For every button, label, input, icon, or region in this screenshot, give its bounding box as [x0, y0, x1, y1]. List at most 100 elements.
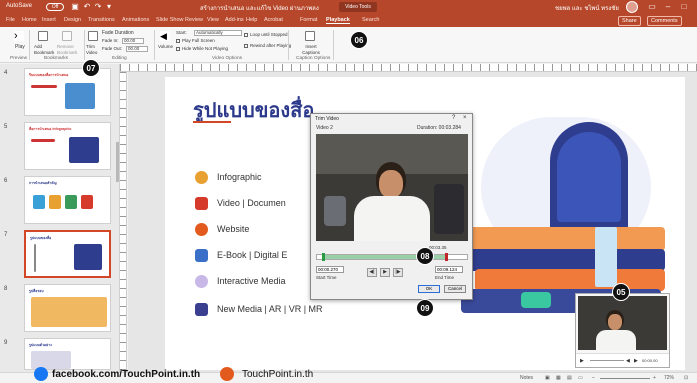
add-bookmark-icon[interactable] — [38, 31, 48, 41]
selected-video[interactable]: ▶ ◀ ▶ 00:00.00 — [575, 293, 670, 368]
start-dropdown[interactable]: Automatically — [194, 30, 242, 36]
powerpoint-window: AutoSave Off ▣ ↶ ↷ ▾ สร้างการนำเสนอ และแ… — [0, 0, 697, 383]
callout-06: 06 — [350, 31, 368, 49]
document-title: สร้างการนำเสนอ และแก้ไข Video ผ่านภาพลง — [200, 6, 319, 12]
add-bookmark-button[interactable]: Add Bookmark — [34, 44, 54, 56]
start-trim-handle[interactable] — [321, 253, 325, 261]
end-time-input[interactable]: 00:09.124 — [435, 266, 463, 273]
next-frame-button[interactable]: |▶ — [393, 268, 403, 277]
slide-thumbnail-6[interactable]: การนำเสนอสำคัญ — [24, 176, 111, 224]
comments-button[interactable]: Comments — [647, 16, 682, 26]
slide-thumbnail-5[interactable]: สื่อการนำเสนอ Infographic — [24, 122, 111, 170]
dialog-title: Trim Video — [315, 116, 339, 122]
close-icon[interactable]: × — [463, 115, 467, 121]
tab-transitions[interactable]: Transitions — [88, 17, 115, 23]
tab-help[interactable]: Help — [246, 17, 257, 23]
autosave-label: AutoSave — [6, 3, 33, 9]
list-item[interactable]: Video | Documen — [195, 197, 286, 210]
insert-captions-button[interactable]: Insert Captions — [298, 44, 324, 56]
tab-file[interactable]: File — [6, 17, 15, 23]
zoom-out-icon[interactable]: – — [592, 375, 595, 381]
thumbnails-scrollbar[interactable] — [116, 142, 119, 182]
fit-slide-icon[interactable]: ⊡ — [684, 375, 688, 381]
slide-thumbnail-9[interactable]: รูปแบบตัวอย่าง — [24, 338, 111, 370]
zoom-in-icon[interactable]: + — [653, 375, 656, 381]
help-button[interactable]: ? — [452, 115, 455, 121]
rewind-icon[interactable]: ◀ — [626, 358, 630, 364]
end-time-label: End Time — [435, 275, 455, 280]
group-caption-options: Caption Options — [296, 56, 331, 61]
previous-frame-button[interactable]: ◀| — [367, 268, 377, 277]
play-video-button[interactable]: ▶ — [380, 268, 390, 277]
list-item[interactable]: Infographic — [195, 171, 262, 184]
vr-headset-icon — [195, 303, 208, 316]
customize-toolbar-icon[interactable]: ▾ — [104, 2, 114, 12]
list-item[interactable]: Website — [195, 223, 249, 236]
maximize-icon[interactable]: □ — [678, 2, 690, 12]
normal-view-icon[interactable]: ▣ — [545, 375, 550, 381]
rewind-after-playing-checkbox[interactable]: Rewind after Playing — [244, 43, 291, 49]
end-trim-handle[interactable] — [444, 253, 448, 261]
ok-button[interactable]: OK — [418, 285, 440, 293]
cancel-button[interactable]: Cancel — [444, 285, 466, 293]
title-bar: AutoSave Off ▣ ↶ ↷ ▾ สร้างการนำเสนอ และแ… — [0, 0, 697, 15]
callout-05: 05 — [612, 283, 630, 301]
tab-review[interactable]: Review — [185, 17, 203, 23]
avatar[interactable] — [626, 1, 638, 13]
chrome-icon — [195, 223, 208, 236]
zoom-slider[interactable] — [600, 378, 650, 379]
tab-acrobat[interactable]: Acrobat — [264, 17, 283, 23]
list-item[interactable]: New Media | AR | VR | MR — [195, 303, 323, 316]
web-icon — [220, 367, 234, 381]
slide-number: 7 — [4, 232, 8, 238]
video-preview — [316, 134, 468, 241]
start-time-input[interactable]: 00:00.270 — [316, 266, 344, 273]
tab-slide-show[interactable]: Slide Show — [156, 17, 184, 23]
tab-playback[interactable]: Playback — [326, 17, 350, 24]
tell-me-search[interactable]: Search — [362, 17, 379, 23]
slide-thumbnail-7-selected[interactable]: รูปแบบของสื่อ — [24, 230, 111, 278]
insert-captions-icon[interactable] — [305, 31, 315, 41]
trim-video-icon[interactable] — [88, 31, 98, 41]
tab-home[interactable]: Home — [22, 17, 37, 23]
fade-out-input[interactable]: 00.00 — [126, 46, 148, 52]
minimize-icon[interactable]: – — [662, 2, 674, 12]
trim-video-button[interactable]: Trim Video — [86, 44, 100, 56]
hide-while-not-playing-checkbox[interactable]: Hide While Not Playing — [176, 46, 228, 52]
slide-number: 4 — [4, 70, 8, 76]
notes-button[interactable]: Notes — [520, 375, 533, 381]
loop-until-stopped-checkbox[interactable]: Loop until Stopped — [244, 32, 288, 38]
tab-add-ins[interactable]: Add-ins — [225, 17, 244, 23]
list-item[interactable]: Interactive Media — [195, 275, 286, 288]
slide-sorter-icon[interactable]: ▦ — [556, 375, 561, 381]
undo-icon[interactable]: ↶ — [82, 2, 92, 12]
play-full-screen-checkbox[interactable]: Play Full Screen — [176, 38, 215, 44]
ribbon-display-icon[interactable]: ▭ — [646, 2, 658, 12]
tab-view[interactable]: View — [207, 17, 219, 23]
video-name: Video 2 — [316, 125, 333, 131]
fade-in-input[interactable]: 00.00 — [122, 38, 144, 44]
forward-icon[interactable]: ▶ — [634, 358, 638, 364]
remove-bookmark-button: Remove Bookmark — [57, 44, 78, 55]
play-icon[interactable]: ▶ — [580, 358, 584, 364]
volume-icon[interactable]: ◀ — [160, 31, 170, 41]
autosave-toggle[interactable]: Off — [46, 3, 64, 11]
share-button[interactable]: Share — [618, 16, 641, 26]
reading-view-icon[interactable]: ▤ — [567, 375, 572, 381]
volume-button[interactable]: Volume — [158, 44, 173, 50]
tab-design[interactable]: Design — [64, 17, 81, 23]
play-icon[interactable]: › — [14, 31, 24, 42]
tab-animations[interactable]: Animations — [122, 17, 149, 23]
save-icon[interactable]: ▣ — [70, 2, 80, 12]
redo-icon[interactable]: ↷ — [93, 2, 103, 12]
zoom-level[interactable]: 72% — [664, 375, 674, 381]
tab-insert[interactable]: Insert — [42, 17, 56, 23]
slide-thumbnail-8[interactable]: รูปสื่อรอบ — [24, 284, 111, 332]
tab-format[interactable]: Format — [300, 17, 317, 23]
group-bookmarks: Bookmarks — [44, 56, 68, 61]
trim-timeline[interactable] — [316, 253, 468, 261]
slide-thumbnail-4[interactable]: รีบแบบของสื่อการนำเสนอ — [24, 68, 111, 116]
slideshow-view-icon[interactable]: ▭ — [578, 375, 583, 381]
play-button[interactable]: Play — [15, 44, 25, 50]
list-item[interactable]: E-Book | Digital E — [195, 249, 287, 262]
